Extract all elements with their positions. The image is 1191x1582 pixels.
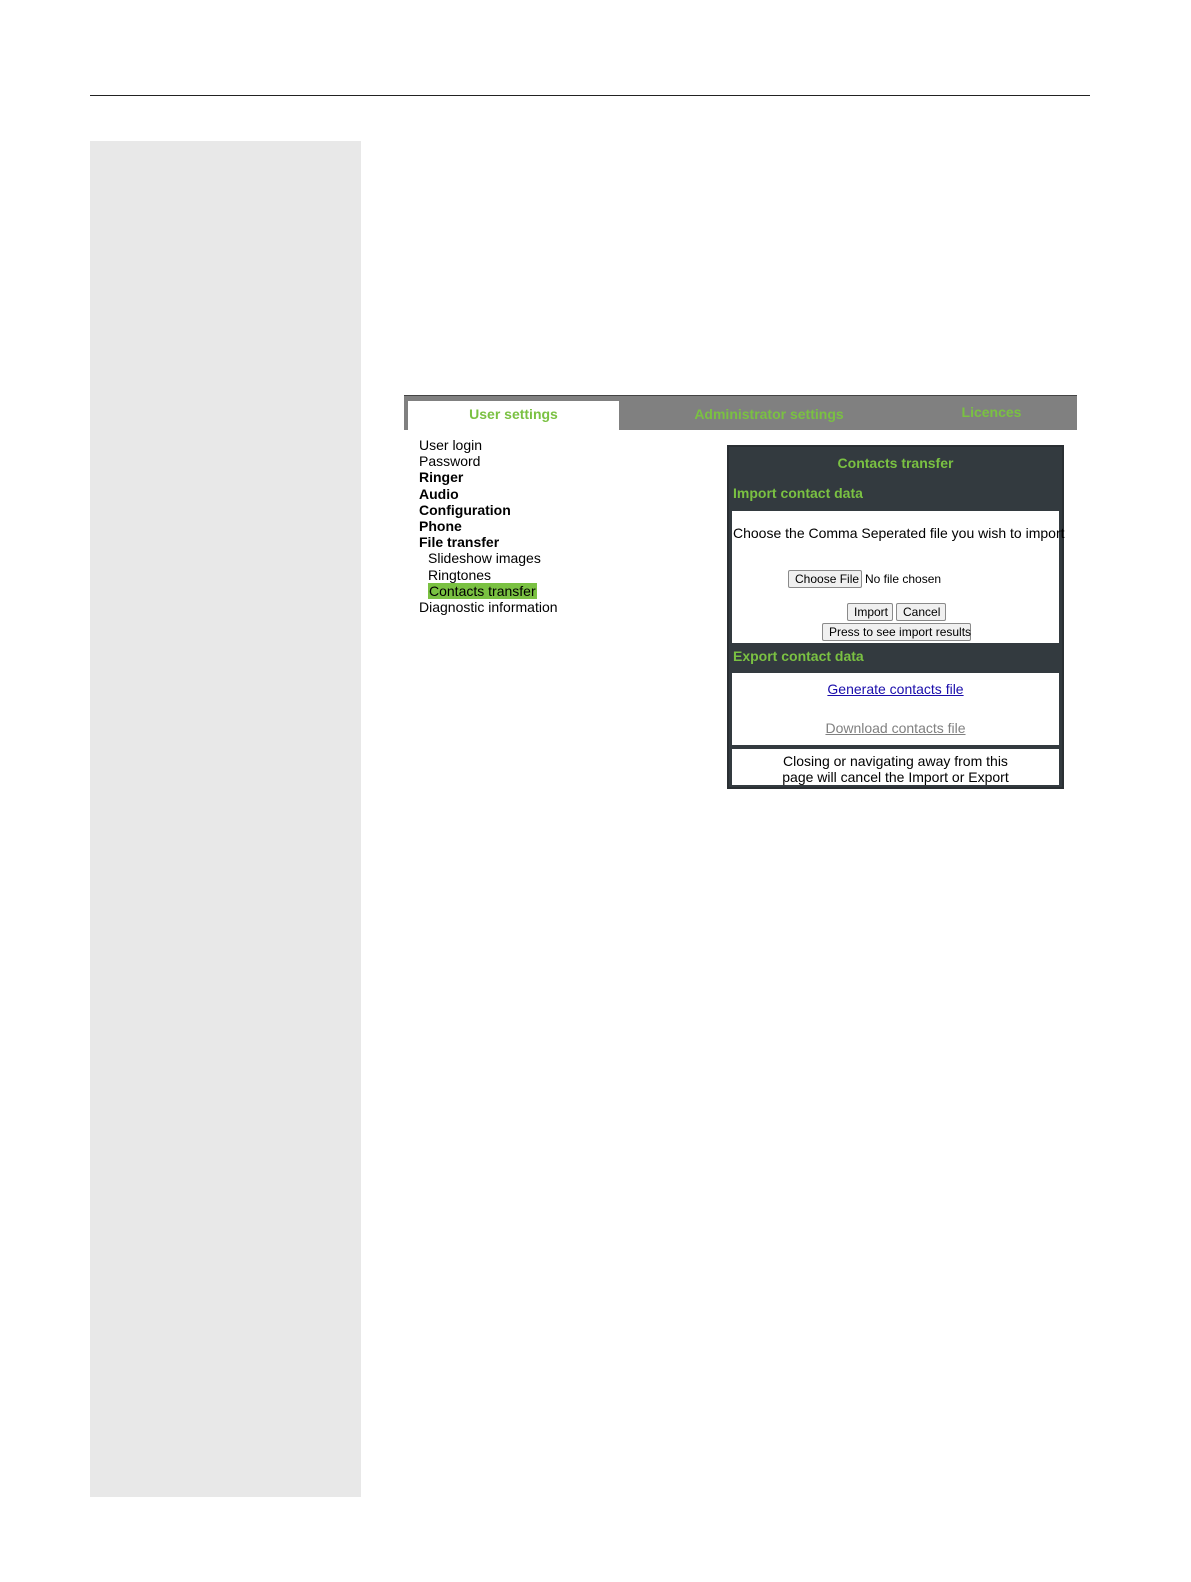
panel-title: Contacts transfer — [837, 455, 954, 471]
cancel-button[interactable]: Cancel — [896, 603, 946, 621]
import-button[interactable]: Import — [847, 603, 893, 621]
download-contacts-link[interactable]: Download contacts file — [732, 720, 1059, 736]
tab-licences[interactable]: Licences — [924, 396, 1059, 430]
menu-item-configuration[interactable]: Configuration — [419, 502, 558, 518]
menu-item-user-login[interactable]: User login — [419, 437, 558, 453]
menu-item-ringer[interactable]: Ringer — [419, 469, 558, 485]
menu-item-contacts-transfer[interactable]: Contacts transfer — [419, 582, 558, 599]
import-heading: Import contact data — [733, 485, 863, 501]
page-header-rule — [90, 95, 1090, 96]
settings-menu: User login Password Ringer Audio Configu… — [419, 437, 558, 615]
import-section: Choose the Comma Seperated file you wish… — [732, 511, 1065, 643]
web-interface-screenshot: User settings Administrator settings Lic… — [404, 395, 1078, 790]
warning-line-1: Closing or navigating away from this — [783, 753, 1008, 769]
contacts-transfer-panel: Contacts transfer Import contact data Ch… — [727, 445, 1065, 789]
choose-file-button[interactable]: Choose File — [788, 570, 862, 588]
no-file-label: No file chosen — [865, 572, 942, 586]
warning-line-2: page will cancel the Import or Export — [782, 769, 1009, 785]
generate-contacts-link[interactable]: Generate contacts file — [732, 681, 1059, 697]
margin-column — [90, 141, 361, 1497]
import-results-button[interactable]: Press to see import results — [822, 623, 971, 641]
navigation-warning: Closing or navigating away from this pag… — [732, 749, 1059, 785]
menu-item-diagnostic-information[interactable]: Diagnostic information — [419, 599, 558, 615]
import-prompt: Choose the Comma Seperated file you wish… — [733, 525, 1065, 541]
menu-item-password[interactable]: Password — [419, 453, 558, 469]
navigation-warning-text: Closing or navigating away from this pag… — [732, 753, 1059, 785]
menu-item-ringtones[interactable]: Ringtones — [419, 567, 558, 583]
tab-user-settings[interactable]: User settings — [408, 401, 619, 430]
tab-bar: User settings Administrator settings Lic… — [404, 395, 1077, 430]
tab-administrator-settings[interactable]: Administrator settings — [654, 396, 884, 430]
export-section: Generate contacts file Download contacts… — [732, 673, 1059, 745]
menu-item-phone[interactable]: Phone — [419, 518, 558, 534]
menu-item-audio[interactable]: Audio — [419, 486, 558, 502]
export-heading: Export contact data — [733, 648, 864, 664]
menu-item-contacts-transfer-label: Contacts transfer — [428, 582, 537, 599]
menu-item-slideshow-images[interactable]: Slideshow images — [419, 550, 558, 566]
menu-item-file-transfer[interactable]: File transfer — [419, 534, 558, 550]
